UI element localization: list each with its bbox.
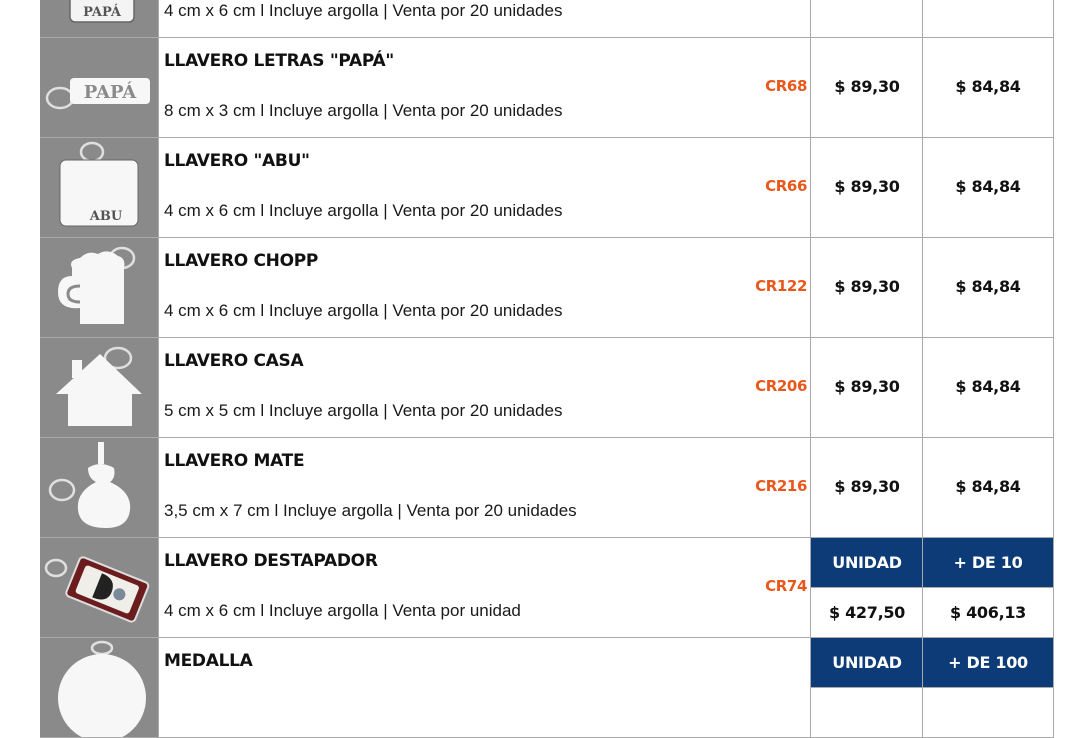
product-row: LLAVERO CASA 5 cm x 5 cm l Incluye argol… — [40, 338, 1054, 438]
product-code: CR122 — [755, 277, 807, 295]
product-description: LLAVERO CASA 5 cm x 5 cm l Incluye argol… — [158, 338, 811, 437]
price-bulk-cell — [922, 0, 1054, 37]
medal-icon — [40, 638, 158, 737]
product-row: LLAVERO MATE 3,5 cm x 7 cm l Incluye arg… — [40, 438, 1054, 538]
price-unit: $ 89,30 — [834, 177, 900, 196]
product-code: CR74 — [765, 577, 807, 595]
price-bulk-cell: $ 84,84 — [922, 238, 1054, 337]
product-description: LLAVERO CHOPP 4 cm x 6 cm l Incluye argo… — [158, 238, 811, 337]
price-unit: $ 89,30 — [834, 77, 900, 96]
product-description: LLAVERO DESTAPADOR 4 cm x 6 cm l Incluye… — [158, 538, 811, 637]
product-row: PAPÁ 4 cm x 6 cm l Incluye argolla | Ven… — [40, 0, 1054, 38]
product-row: LLAVERO CHOPP 4 cm x 6 cm l Incluye argo… — [40, 238, 1054, 338]
price-list-table: PAPÁ 4 cm x 6 cm l Incluye argolla | Ven… — [40, 0, 1054, 738]
product-spec: 4 cm x 6 cm l Incluye argolla | Venta po… — [164, 201, 563, 220]
product-title: LLAVERO MATE — [164, 451, 305, 471]
keychain-mate-icon — [40, 438, 158, 537]
product-description: LLAVERO "ABU" 4 cm x 6 cm l Incluye argo… — [158, 138, 811, 237]
product-spec: 8 cm x 3 cm l Incluye argolla | Venta po… — [164, 101, 563, 120]
product-title: MEDALLA — [164, 651, 253, 671]
price-header-bulk: + DE 10 — [923, 538, 1053, 588]
product-description: MEDALLA — [158, 638, 811, 737]
price-header-unit: UNIDAD — [811, 538, 923, 588]
product-row: MEDALLA UNIDAD + DE 100 — [40, 638, 1054, 738]
keychain-letters-icon: PAPÁ — [40, 38, 158, 137]
price-bulk-cell: + DE 10 $ 406,13 — [922, 538, 1054, 637]
product-title: LLAVERO CHOPP — [164, 251, 319, 271]
price-bulk: $ 84,84 — [955, 477, 1021, 496]
product-spec: 3,5 cm x 7 cm l Incluye argolla | Venta … — [164, 501, 577, 520]
product-description: LLAVERO LETRAS "PAPÁ" 8 cm x 3 cm l Incl… — [158, 38, 811, 137]
product-description: 4 cm x 6 cm l Incluye argolla | Venta po… — [158, 0, 811, 37]
price-bulk-cell: $ 84,84 — [922, 438, 1054, 537]
product-spec: 4 cm x 6 cm l Incluye argolla | Venta po… — [164, 1, 563, 20]
price-bulk-cell: $ 84,84 — [922, 38, 1054, 137]
price-unit-cell: $ 89,30 — [810, 238, 923, 337]
product-spec: 5 cm x 5 cm l Incluye argolla | Venta po… — [164, 401, 563, 420]
price-bulk-cell: $ 84,84 — [922, 338, 1054, 437]
product-title: LLAVERO LETRAS "PAPÁ" — [164, 51, 394, 71]
price-unit: $ 89,30 — [834, 477, 900, 496]
keychain-house-icon — [40, 338, 158, 437]
svg-text:PAPÁ: PAPÁ — [84, 80, 137, 103]
price-unit-cell: $ 89,30 — [810, 38, 923, 137]
price-bulk: $ 84,84 — [955, 77, 1021, 96]
product-code: CR206 — [755, 377, 807, 395]
price-header-unit: UNIDAD — [811, 638, 923, 688]
price-bulk: $ 84,84 — [955, 377, 1021, 396]
product-spec: 4 cm x 6 cm l Incluye argolla | Venta po… — [164, 601, 521, 620]
price-bulk: $ 84,84 — [955, 177, 1021, 196]
product-row: LLAVERO DESTAPADOR 4 cm x 6 cm l Incluye… — [40, 538, 1054, 638]
bottle-opener-keychain-icon — [40, 538, 158, 637]
svg-text:PAPÁ: PAPÁ — [83, 4, 122, 20]
price-unit-cell: $ 89,30 — [810, 438, 923, 537]
price-unit-cell: $ 89,30 — [810, 338, 923, 437]
product-description: LLAVERO MATE 3,5 cm x 7 cm l Incluye arg… — [158, 438, 811, 537]
price-bulk-cell: + DE 100 — [922, 638, 1054, 737]
keychain-papa-tag-icon: PAPÁ — [40, 0, 158, 37]
price-unit: $ 89,30 — [834, 377, 900, 396]
product-title: LLAVERO DESTAPADOR — [164, 551, 378, 571]
price-header-bulk: + DE 100 — [923, 638, 1053, 688]
price-bulk: $ 84,84 — [955, 277, 1021, 296]
price-bulk-cell: $ 84,84 — [922, 138, 1054, 237]
product-row: PAPÁ LLAVERO LETRAS "PAPÁ" 8 cm x 3 cm l… — [40, 38, 1054, 138]
product-title: LLAVERO CASA — [164, 351, 304, 371]
price-bulk: $ 406,13 — [949, 603, 1027, 622]
price-unit-cell: UNIDAD — [810, 638, 923, 737]
product-row: ABU LLAVERO "ABU" 4 cm x 6 cm l Incluye … — [40, 138, 1054, 238]
price-unit: $ 89,30 — [834, 277, 900, 296]
price-unit-cell: $ 89,30 — [810, 138, 923, 237]
keychain-beer-mug-icon — [40, 238, 158, 337]
product-code: CR66 — [765, 177, 807, 195]
price-unit-cell — [810, 0, 923, 37]
product-code: CR216 — [755, 477, 807, 495]
svg-text:ABU: ABU — [89, 209, 123, 224]
price-unit: $ 427,50 — [828, 603, 906, 622]
product-spec: 4 cm x 6 cm l Incluye argolla | Venta po… — [164, 301, 563, 320]
product-code: CR68 — [765, 77, 807, 95]
price-unit-cell: UNIDAD $ 427,50 — [810, 538, 923, 637]
product-title: LLAVERO "ABU" — [164, 151, 310, 171]
keychain-abu-icon: ABU — [40, 138, 158, 237]
